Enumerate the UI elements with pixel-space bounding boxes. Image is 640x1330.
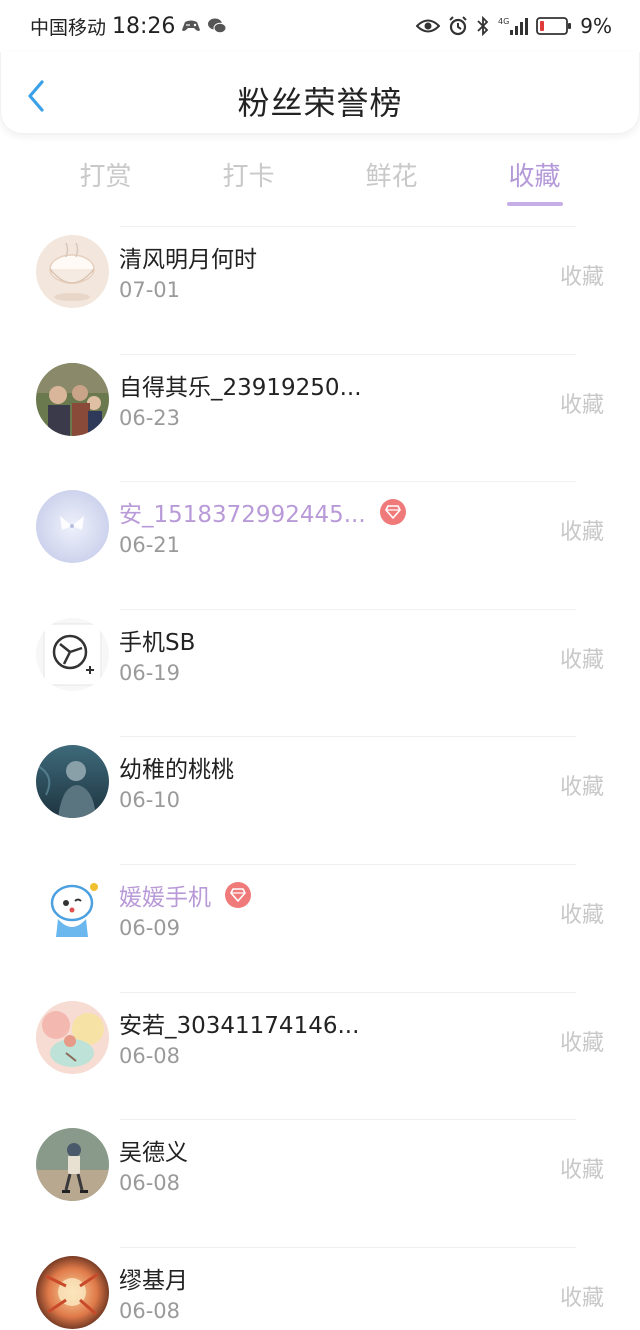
fan-date: 06-23 xyxy=(119,405,181,430)
fan-date: 07-01 xyxy=(119,278,181,302)
svg-text:4G: 4G xyxy=(498,17,509,26)
name-line: 手机SB xyxy=(119,623,195,657)
signal-4g-icon: 4G xyxy=(498,16,529,36)
bluetooth-icon xyxy=(476,16,490,36)
name-line: 自得其乐_23919250... xyxy=(119,368,362,402)
list-item[interactable]: 幼稚的桃桃 06-10 收藏 xyxy=(0,736,640,864)
wechat-icon xyxy=(207,17,227,35)
avatar xyxy=(36,490,109,564)
tab-bar: 打赏 打卡 鲜花 收藏 xyxy=(34,148,606,208)
favorite-label: 收藏 xyxy=(559,1285,604,1311)
avatar xyxy=(36,872,109,946)
avatar xyxy=(36,617,109,691)
name-line: 缪基月 xyxy=(119,1261,188,1295)
page-title: 粉丝荣誉榜 xyxy=(237,84,403,122)
favorite-label: 收藏 xyxy=(559,1030,604,1056)
avatar xyxy=(36,362,109,436)
favorite-label: 收藏 xyxy=(559,775,604,801)
battery-icon xyxy=(536,16,572,36)
list-item[interactable]: 自得其乐_23919250... 06-23 收藏 xyxy=(0,353,640,482)
fan-date: 06-21 xyxy=(119,533,181,558)
list-item[interactable]: 手机SB 06-19 收藏 xyxy=(0,608,640,737)
list-item[interactable]: 媛媛手机 06-09 收藏 xyxy=(0,863,640,992)
fan-name: 安_1518372992445... xyxy=(119,502,366,529)
favorite-label: 收藏 xyxy=(559,265,604,290)
fan-name: 手机SB xyxy=(119,629,196,656)
clock: 18:26 xyxy=(112,13,176,39)
fan-date: 06-08 xyxy=(119,1171,181,1196)
status-right: 4G 9% xyxy=(416,14,612,38)
name-line: 清风明月何时 xyxy=(119,240,257,274)
alarm-icon xyxy=(448,16,468,36)
battery-percentage: 9% xyxy=(580,14,612,38)
header-bar: 粉丝荣誉榜 xyxy=(0,52,640,134)
status-left: 中国移动 18:26 xyxy=(30,13,227,40)
fan-date: 06-08 xyxy=(119,1043,181,1068)
avatar xyxy=(36,1255,109,1329)
vip-diamond-icon xyxy=(379,499,406,526)
avatar xyxy=(36,745,109,819)
avatar xyxy=(36,1128,109,1202)
tab-flowers[interactable]: 鲜花 xyxy=(320,148,463,208)
fan-date: 06-19 xyxy=(119,660,181,685)
name-line: 安若_30341174146... xyxy=(119,1006,359,1040)
fan-name: 幼稚的桃桃 xyxy=(119,757,234,784)
carrier-name: 中国移动 xyxy=(30,16,107,39)
fan-date: 06-08 xyxy=(119,1298,181,1323)
fan-name: 缪基月 xyxy=(119,1267,188,1294)
tab-favorites[interactable]: 收藏 xyxy=(463,148,606,208)
list-item[interactable]: 吴德义 06-08 收藏 xyxy=(0,1119,640,1247)
favorite-label: 收藏 xyxy=(559,392,604,418)
favorite-label: 收藏 xyxy=(559,902,604,928)
fan-date: 06-09 xyxy=(119,915,181,940)
favorite-label: 收藏 xyxy=(559,647,604,673)
status-bar: 中国移动 18:26 4G 9% xyxy=(0,0,640,52)
fan-name: 清风明月何时 xyxy=(119,247,257,273)
vip-diamond-icon xyxy=(225,881,251,908)
tab-checkin[interactable]: 打卡 xyxy=(177,148,320,208)
gamepad-icon xyxy=(181,18,201,34)
name-line: 安_1518372992445... xyxy=(119,495,406,529)
eye-icon xyxy=(416,18,441,34)
name-line: 吴德义 xyxy=(119,1133,188,1167)
fan-list: 清风明月何时 07-01 收藏 自得其乐_23919250... 06-23 收… xyxy=(0,226,640,1330)
list-item[interactable]: 缪基月 06-08 收藏 xyxy=(0,1246,640,1330)
avatar xyxy=(36,235,109,308)
name-line: 媛媛手机 xyxy=(119,878,251,912)
fan-name: 安若_30341174146... xyxy=(119,1012,360,1039)
tab-reward[interactable]: 打赏 xyxy=(34,148,177,208)
avatar xyxy=(36,1000,109,1074)
list-item[interactable]: 安若_30341174146... 06-08 收藏 xyxy=(0,991,640,1120)
list-item[interactable]: 安_1518372992445... 06-21 收藏 xyxy=(0,481,640,609)
fan-name: 吴德义 xyxy=(119,1140,188,1167)
fan-name: 媛媛手机 xyxy=(119,884,211,911)
name-line: 幼稚的桃桃 xyxy=(119,750,234,784)
favorite-label: 收藏 xyxy=(559,1158,604,1184)
favorite-label: 收藏 xyxy=(559,520,604,546)
list-item[interactable]: 清风明月何时 07-01 收藏 xyxy=(0,226,640,354)
fan-name: 自得其乐_23919250... xyxy=(119,374,362,401)
fan-date: 06-10 xyxy=(119,788,181,813)
